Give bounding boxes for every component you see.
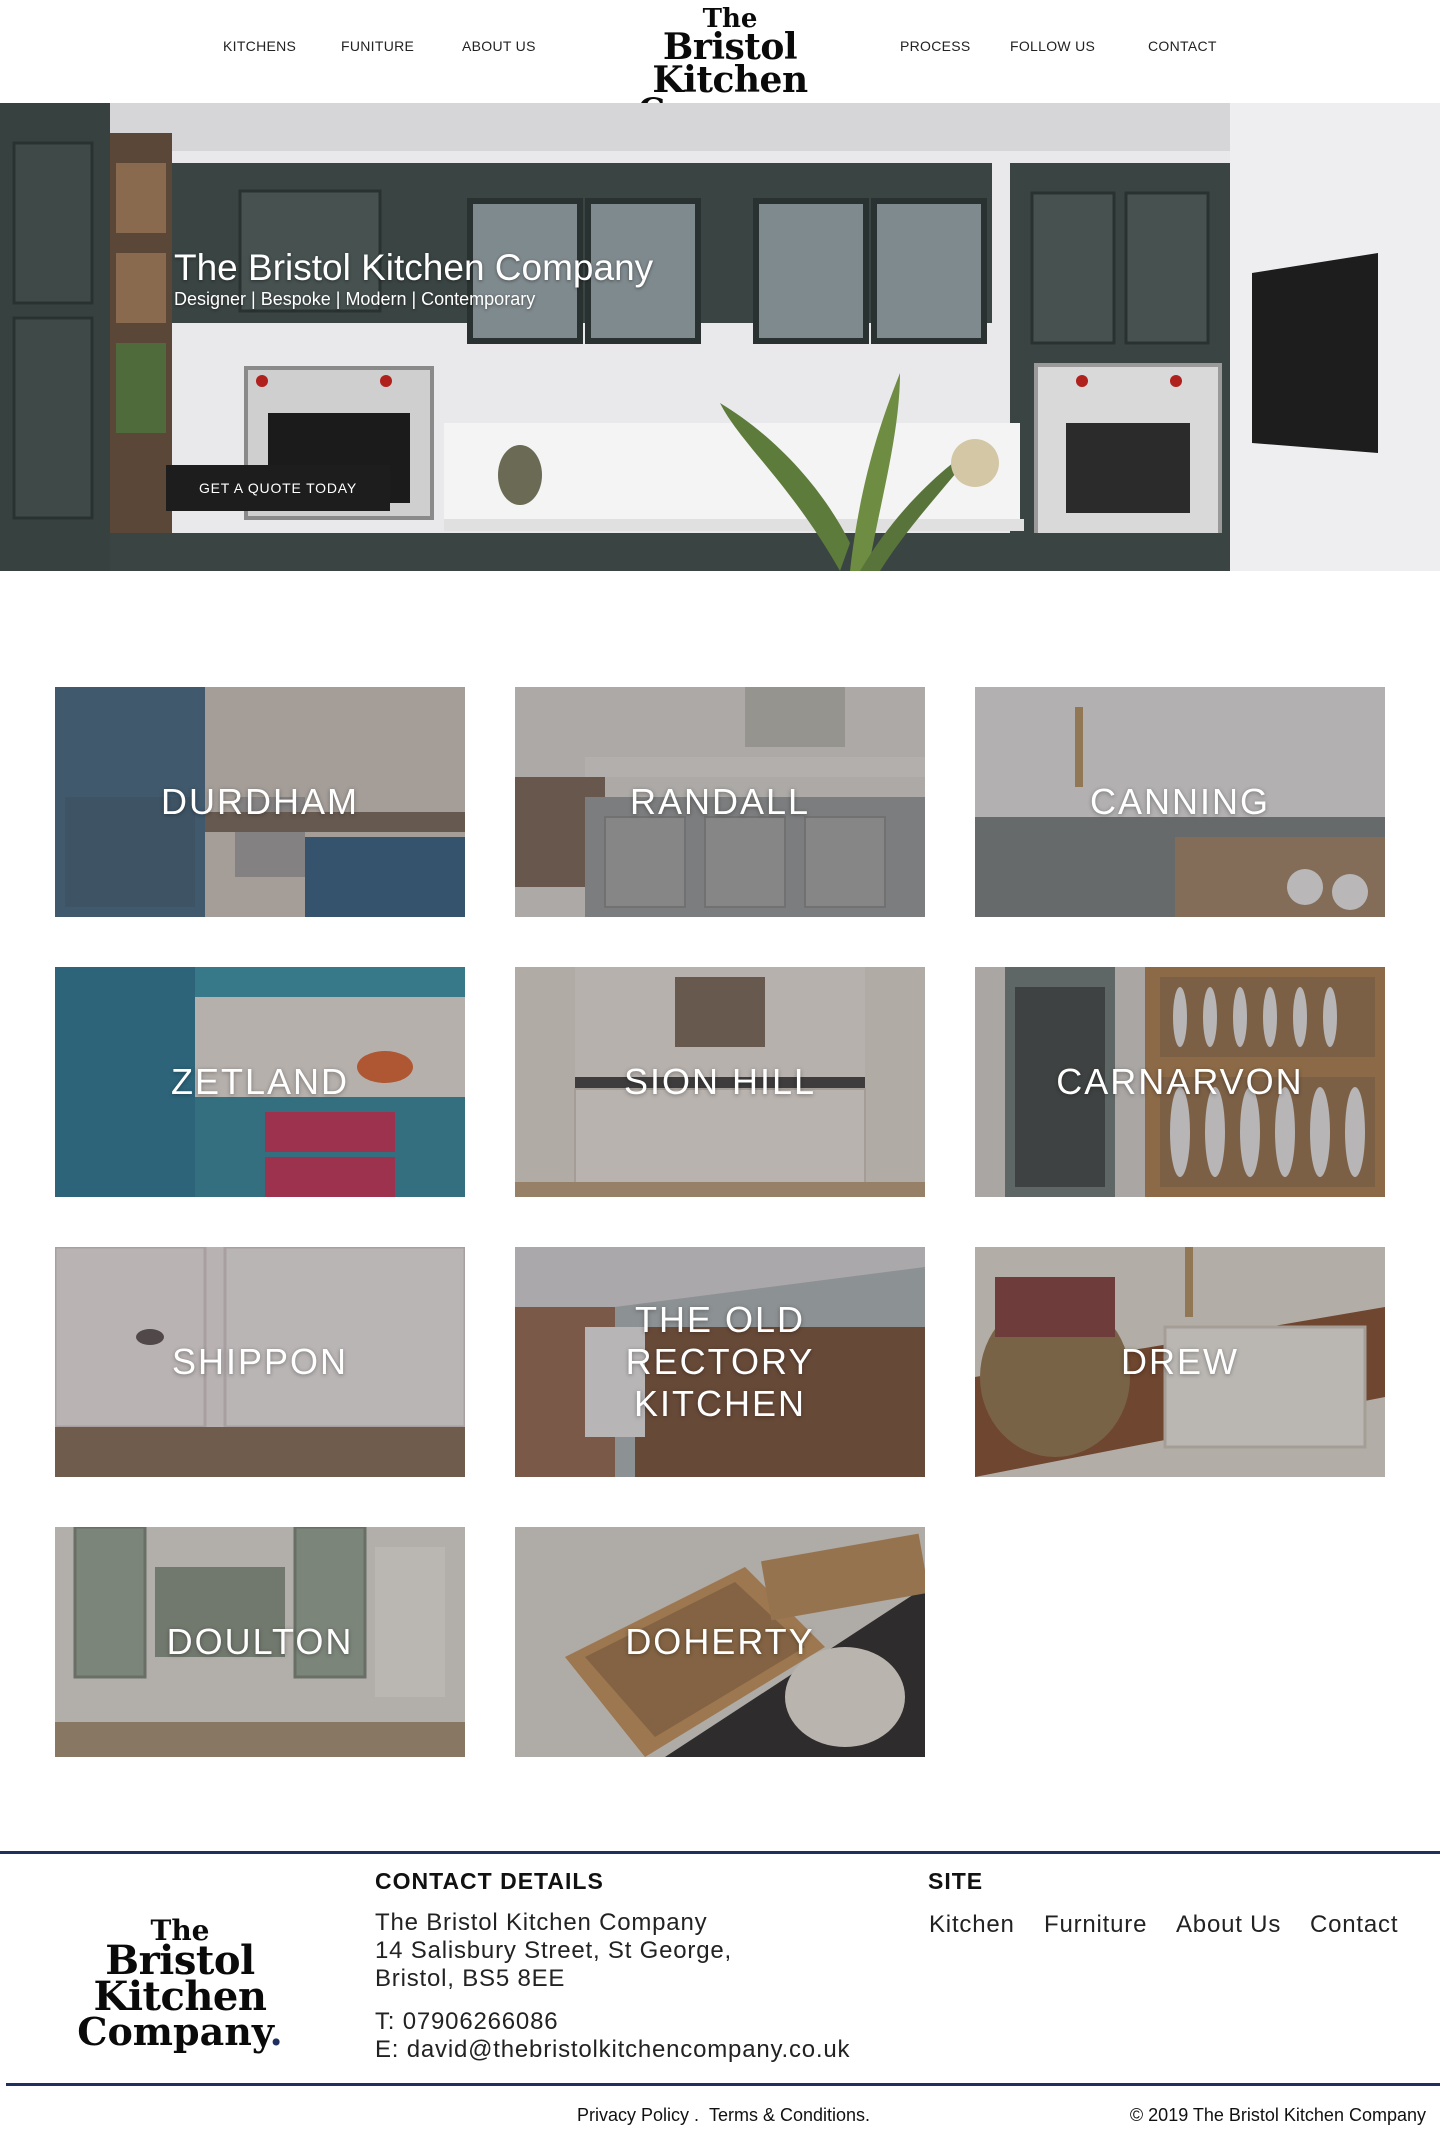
footer-logo-line-2: Bristol Kitchen: [93, 1937, 267, 2021]
project-tile-the-old-rectory-kitchen[interactable]: THE OLD RECTORY KITCHEN: [515, 1247, 925, 1477]
project-tile-doulton[interactable]: DOULTON: [55, 1527, 465, 1757]
terms-conditions-link[interactable]: Terms & Conditions.: [709, 2105, 870, 2126]
nav-furniture[interactable]: FUNITURE: [341, 38, 414, 54]
project-title: RANDALL: [629, 781, 811, 822]
get-quote-button[interactable]: GET A QUOTE TODAY: [166, 465, 390, 511]
project-title: DOHERTY: [625, 1621, 815, 1662]
hero-subtitle: Designer | Bespoke | Modern | Contempora…: [174, 289, 536, 309]
project-tile-durdham[interactable]: DURDHAM: [55, 687, 465, 917]
nav-about-us[interactable]: ABOUT US: [462, 38, 536, 54]
footer-logo-dot: .: [269, 2009, 283, 2055]
footer-logo-line-3: Company.: [30, 2013, 330, 2051]
contact-phone: T: 07906266086: [375, 2008, 559, 2035]
contact-address-line-1: 14 Salisbury Street, St George,: [375, 1937, 732, 1964]
contact-company: The Bristol Kitchen Company: [375, 1909, 708, 1936]
project-tile-carnarvon[interactable]: CARNARVON: [975, 967, 1385, 1197]
footer-bottom-rule: [6, 2083, 1440, 2086]
project-title: ZETLAND: [170, 1061, 350, 1102]
site-header: KITCHENS FUNITURE ABOUT US The Bristol K…: [0, 0, 1440, 128]
footer-link-kitchen[interactable]: Kitchen: [929, 1911, 1015, 1939]
project-tile-canning[interactable]: CANNING: [975, 687, 1385, 917]
project-title: THE OLD RECTORY KITCHEN: [625, 1299, 815, 1424]
footer-top-rule: [0, 1851, 1440, 1854]
contact-address-line-2: Bristol, BS5 8EE: [375, 1965, 566, 1992]
project-title: SION HILL: [623, 1061, 817, 1102]
footer-link-about-us[interactable]: About Us: [1176, 1911, 1281, 1939]
project-tile-zetland[interactable]: ZETLAND: [55, 967, 465, 1197]
project-title: CARNARVON: [1056, 1061, 1304, 1102]
contact-details-heading: CONTACT DETAILS: [375, 1868, 604, 1894]
privacy-policy-link[interactable]: Privacy Policy .: [577, 2105, 699, 2126]
project-title: DREW: [1121, 1341, 1239, 1382]
project-title: CANNING: [1089, 781, 1270, 822]
nav-process[interactable]: PROCESS: [900, 38, 971, 54]
nav-follow-us[interactable]: FOLLOW US: [1010, 38, 1095, 54]
site-heading: SITE: [928, 1868, 984, 1894]
hero-banner: The Bristol Kitchen Company Designer | B…: [0, 103, 1440, 571]
footer-logo-line-3-text: Company: [77, 2009, 270, 2055]
hero-title: The Bristol Kitchen Company: [174, 247, 654, 288]
project-title: SHIPPON: [171, 1341, 349, 1382]
footer-logo[interactable]: The Bristol Kitchen Company.: [30, 1916, 330, 2051]
project-tile-drew[interactable]: DREW: [975, 1247, 1385, 1477]
logo-line-2: Bristol Kitchen: [652, 26, 808, 101]
project-title: DURDHAM: [161, 781, 359, 822]
contact-email[interactable]: E: david@thebristolkitchencompany.co.uk: [375, 2036, 850, 2064]
nav-kitchens[interactable]: KITCHENS: [223, 38, 296, 54]
footer-link-contact[interactable]: Contact: [1310, 1911, 1398, 1939]
project-tile-doherty[interactable]: DOHERTY: [515, 1527, 925, 1757]
project-tile-sion-hill[interactable]: SION HILL: [515, 967, 925, 1197]
footer-link-furniture[interactable]: Furniture: [1044, 1911, 1147, 1939]
copyright-text: © 2019 The Bristol Kitchen Company: [1129, 2105, 1426, 2125]
nav-contact[interactable]: CONTACT: [1148, 38, 1217, 54]
project-tile-randall[interactable]: RANDALL: [515, 687, 925, 917]
project-title: DOULTON: [166, 1621, 354, 1662]
project-tile-shippon[interactable]: SHIPPON: [55, 1247, 465, 1477]
